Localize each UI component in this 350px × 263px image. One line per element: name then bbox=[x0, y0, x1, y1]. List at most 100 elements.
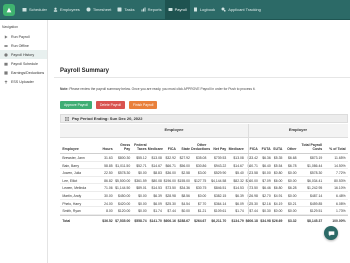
nav-reports-label: Reports bbox=[147, 7, 162, 12]
cell-employer-medicare: $1.74 bbox=[235, 209, 244, 214]
cell-employee[interactable]: Lee, Elliot bbox=[62, 179, 99, 183]
pay-period-header[interactable]: Pay Period Ending: Sun Dec 20, 2022 bbox=[60, 114, 348, 123]
cell-employee[interactable]: Jowen, Julia bbox=[62, 171, 99, 175]
title-divider bbox=[54, 77, 350, 78]
total-employee[interactable]: Total bbox=[62, 219, 99, 223]
nav-reports[interactable]: Reports bbox=[138, 0, 165, 20]
main-content: Payroll Summary Note: Please review the … bbox=[50, 22, 350, 263]
cell-employee[interactable]: Bain, Barry bbox=[62, 164, 99, 168]
cell-suta: $0.00 bbox=[273, 209, 283, 214]
cell-percent-of-total: 1.73% bbox=[336, 209, 346, 214]
cell-suta: $5.35 bbox=[273, 156, 283, 160]
chat-icon bbox=[328, 230, 334, 236]
cell-employee[interactable]: Smith, Ryan bbox=[62, 209, 99, 213]
nav-payroll[interactable]: Payroll bbox=[164, 0, 190, 20]
total-fica: $606.16 bbox=[163, 218, 176, 223]
nav-applicant-tracking[interactable]: Applicant Tracking bbox=[218, 0, 264, 20]
cell-medicare: $8.83 bbox=[153, 171, 162, 176]
column-divider bbox=[248, 184, 249, 191]
cell-fica: $7.44 bbox=[167, 209, 176, 214]
cell-employer-medicare: $6.09 bbox=[235, 201, 244, 206]
table-group-header: Employee Employer bbox=[60, 124, 348, 138]
cell-medicare: $13.08 bbox=[151, 156, 162, 160]
history-icon bbox=[4, 52, 8, 57]
run-icon bbox=[4, 34, 8, 39]
cell-employer-other: $0.00 bbox=[287, 193, 297, 198]
cell-other-deductions: $35.08 bbox=[195, 156, 207, 160]
sidebar-item-run-payroll[interactable]: Run Payroll bbox=[0, 32, 47, 41]
cell-employer-fica: $26.98 bbox=[247, 193, 258, 198]
cell-suta: $6.80 bbox=[273, 186, 283, 191]
cell-suta: $4.91 bbox=[273, 193, 283, 198]
cell-percent-of-total: 16.10% bbox=[334, 186, 346, 191]
nav-timesheet[interactable]: Timesheet bbox=[83, 0, 115, 20]
nav-logbook[interactable]: Logbook bbox=[190, 0, 218, 20]
nav-employees[interactable]: Employees bbox=[50, 0, 83, 20]
nav-scheduler-label: Scheduler bbox=[29, 7, 48, 12]
sidebar-item-run-offline[interactable]: Run Offline bbox=[0, 41, 47, 50]
column-divider bbox=[248, 138, 249, 153]
nav-tasks[interactable]: Tasks bbox=[114, 0, 137, 20]
cell-employer-other: $0.00 bbox=[287, 171, 297, 176]
cell-suta: $5.54 bbox=[273, 163, 283, 168]
cell-employee[interactable]: Phelo, Harry bbox=[62, 202, 99, 206]
cell-other-deductions: $7.70 bbox=[197, 201, 207, 206]
column-header-gross-pay: Gross Pay bbox=[120, 143, 131, 151]
table-body: Brewster, Jann 31.63 $800.30 $55.12 $13.08 $3… bbox=[60, 154, 348, 215]
cell-employer-other: $6.28 bbox=[287, 186, 297, 191]
sidebar-item-label: Payroll History bbox=[11, 52, 35, 57]
cell-percent-of-total: 11.65% bbox=[334, 156, 346, 160]
cell-fica: $196.00 bbox=[163, 178, 176, 183]
nav-applicant-tracking-label: Applicant Tracking bbox=[228, 7, 261, 12]
cell-medicare: $80.08 bbox=[151, 178, 162, 183]
finish-payroll-button[interactable]: Finish Payroll bbox=[129, 101, 158, 109]
delete-payroll-button[interactable]: Delete Payroll bbox=[95, 101, 126, 109]
cell-total-payroll-costs: $1,086.44 bbox=[307, 163, 323, 168]
cell-total-payroll-costs: $6,034.41 bbox=[307, 178, 323, 183]
cell-other-deductions: $30.75 bbox=[195, 186, 207, 191]
cell-other-deductions: $0.00 bbox=[197, 193, 207, 198]
column-header-other-deductions: Other Deductions bbox=[191, 143, 211, 151]
total-total-payroll-costs: $8,145.37 bbox=[307, 218, 323, 223]
chat-button[interactable] bbox=[324, 226, 338, 240]
cell-state: $8.56 bbox=[181, 193, 190, 198]
cell-state: $2.58 bbox=[181, 171, 190, 176]
nav-scheduler[interactable]: Scheduler bbox=[19, 0, 50, 20]
cell-employer-medicare: $14.67 bbox=[233, 163, 244, 168]
cell-net-pay: $739.53 bbox=[213, 156, 227, 160]
sidebar-item-payroll-history[interactable]: Payroll History bbox=[0, 50, 47, 59]
cell-employer-fica: $7.44 bbox=[249, 209, 258, 214]
cell-net-pay: $382.15 bbox=[213, 193, 227, 198]
total-federal-taxes: $558.74 bbox=[134, 218, 147, 223]
cell-fica: $25.30 bbox=[165, 201, 176, 206]
cell-net-pay: $529.90 bbox=[213, 171, 227, 176]
cell-state: $34.36 bbox=[179, 186, 190, 191]
cell-federal-taxes: $89.01 bbox=[136, 186, 147, 191]
sidebar-item-payroll-schedule[interactable]: Payroll Schedule bbox=[0, 59, 47, 68]
cell-employee[interactable]: Brewster, Jann bbox=[62, 156, 99, 160]
column-header-percent-of-total: % of Total bbox=[329, 147, 346, 151]
approve-payroll-button[interactable]: Approve Payroll bbox=[60, 101, 92, 109]
column-header-futa: FUTA bbox=[261, 147, 271, 151]
sidebar-item-earnings-deductions[interactable]: Earnings/Deductions bbox=[0, 68, 47, 77]
cell-total-payroll-costs: $1,242.95 bbox=[307, 186, 323, 191]
table-row: Lee, Elliot 86.82 $5,500.00 $361.59 $80.08 $1… bbox=[60, 176, 348, 185]
sidebar-item-ess-uploader[interactable]: ESS Uploader bbox=[0, 77, 47, 86]
cell-medicare: $1.74 bbox=[153, 209, 162, 214]
cell-medicare: $6.39 bbox=[153, 193, 162, 198]
cell-employee[interactable]: Lewen, Melinda bbox=[62, 186, 99, 190]
cell-gross-pay: $1,144.50 bbox=[115, 186, 131, 191]
cell-employer-other: $0.00 bbox=[287, 209, 297, 214]
column-header-suta: SUTA bbox=[273, 147, 283, 151]
cell-total-payroll-costs: $487.14 bbox=[309, 193, 323, 198]
cell-employer-other: $6.78 bbox=[287, 163, 297, 168]
cell-net-pay: $4,144.58 bbox=[211, 178, 227, 183]
schedule-icon bbox=[4, 62, 8, 66]
cell-gross-pay: $450.00 bbox=[117, 193, 131, 198]
cell-hours: 8.00 bbox=[106, 209, 113, 214]
cell-hours: 24.00 bbox=[104, 201, 113, 206]
column-header-employer-fica: FICA bbox=[249, 147, 258, 151]
app-logo[interactable] bbox=[3, 3, 15, 16]
cell-employee[interactable]: Martin, Andy bbox=[62, 194, 99, 198]
cell-suta: $0.80 bbox=[273, 171, 283, 176]
